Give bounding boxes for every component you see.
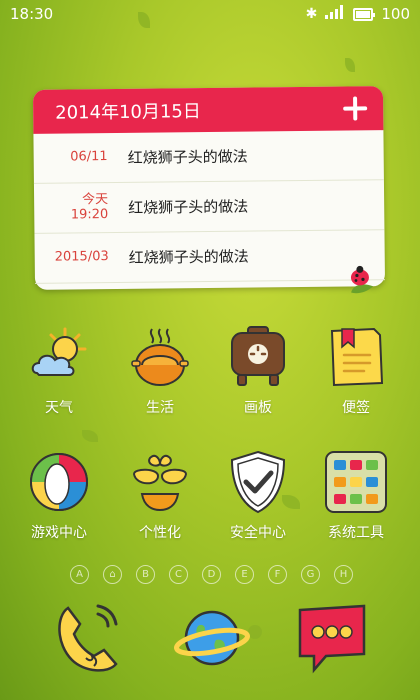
game-center-icon <box>30 453 88 511</box>
weather-icon <box>31 327 87 376</box>
leaf-decoration <box>82 430 98 442</box>
app-security[interactable]: 安全中心 <box>208 450 308 542</box>
entry-date: 2015/03 <box>54 249 109 265</box>
personalize-icon <box>132 454 188 512</box>
entry-title: 红烧狮子头的做法 <box>128 197 249 217</box>
security-icon <box>230 450 286 514</box>
page-dot[interactable]: D <box>202 565 221 584</box>
page-indicator: A ⌂ B C D E F G H <box>70 565 353 584</box>
phone-icon[interactable] <box>50 598 130 678</box>
app-label: 系统工具 <box>328 525 384 541</box>
list-item[interactable]: 2015/03 红烧狮子头的做法 <box>34 230 385 284</box>
page-dot[interactable]: H <box>334 565 353 584</box>
page-dot[interactable]: B <box>136 565 155 584</box>
page-dot[interactable]: G <box>301 565 320 584</box>
entry-title: 红烧狮子头的做法 <box>127 147 248 167</box>
entry-date: 今天 19:20 <box>70 192 109 222</box>
page-dot[interactable]: C <box>169 565 188 584</box>
ladybug-icon <box>350 265 374 294</box>
entry-date: 06/11 <box>70 149 108 165</box>
app-drawing-board[interactable]: 画板 <box>208 325 308 417</box>
app-label: 画板 <box>244 400 272 416</box>
battery-fill <box>356 10 371 18</box>
widget-header: 2014年10月15日 <box>32 86 384 134</box>
browser-icon[interactable] <box>172 598 252 678</box>
messages-icon[interactable] <box>292 598 372 678</box>
page-dot[interactable]: F <box>268 565 287 584</box>
app-personalize[interactable]: 个性化 <box>110 450 210 542</box>
page-dot[interactable]: E <box>235 565 254 584</box>
list-item[interactable]: 今天 19:20 红烧狮子头的做法 <box>33 180 385 234</box>
battery-level: 100 <box>381 5 410 23</box>
app-weather[interactable]: 天气 <box>9 325 109 417</box>
app-label: 便签 <box>342 400 370 416</box>
entry-title: 红烧狮子头的做法 <box>128 247 249 267</box>
list-item[interactable]: 06/11 红烧狮子头的做法 <box>33 130 384 184</box>
system-tools-icon <box>325 451 387 513</box>
app-label: 生活 <box>146 400 174 416</box>
bluetooth-icon: ✱ <box>305 6 318 22</box>
app-label: 游戏中心 <box>31 525 87 541</box>
page-dot[interactable]: ⌂ <box>103 565 122 584</box>
app-label: 个性化 <box>139 525 181 541</box>
widget-date[interactable]: 2014年10月15日 <box>55 97 201 125</box>
notes-icon <box>330 327 384 387</box>
app-label: 安全中心 <box>230 525 286 541</box>
signal-icon <box>325 5 345 23</box>
battery-icon <box>353 7 376 21</box>
drawing-board-icon <box>231 326 285 386</box>
app-life[interactable]: 生活 <box>110 325 210 417</box>
app-game-center[interactable]: 游戏中心 <box>9 450 109 542</box>
leaf-decoration <box>345 58 355 72</box>
page-dot[interactable]: A <box>70 565 89 584</box>
add-button[interactable] <box>341 94 369 122</box>
calendar-widget[interactable]: 2014年10月15日 06/11 红烧狮子头的做法 今天 19:20 红烧狮子… <box>32 86 386 294</box>
app-notes[interactable]: 便签 <box>306 325 406 417</box>
status-bar: 18:30 ✱ 100 <box>0 0 420 28</box>
status-time: 18:30 <box>10 5 54 23</box>
app-system-tools[interactable]: 系统工具 <box>306 450 406 542</box>
life-icon <box>131 328 189 386</box>
app-label: 天气 <box>45 400 73 416</box>
